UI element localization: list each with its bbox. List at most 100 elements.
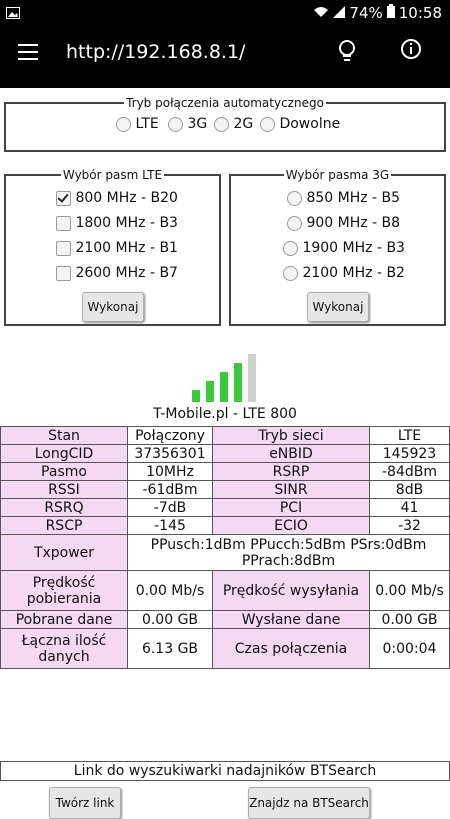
clock: 10:58: [398, 4, 442, 22]
signal-bar-1: [192, 390, 200, 402]
checkbox-b3[interactable]: [56, 215, 71, 231]
value-downloaded: 0.00 GB: [127, 610, 213, 629]
checkbox-b7[interactable]: [56, 265, 71, 281]
lte-band-b3[interactable]: 1800 MHz - B3: [56, 215, 178, 231]
radio-2g[interactable]: [214, 116, 229, 132]
operator-label: T-Mobile.pl - LTE 800: [153, 406, 297, 422]
mode-option-lte[interactable]: LTE: [116, 116, 159, 132]
wifi-icon: [313, 4, 329, 22]
value-pci: 41: [369, 498, 450, 517]
table-row: Stan Połączony Tryb sieci LTE: [0, 426, 450, 445]
label-sinr: SINR: [212, 480, 370, 499]
label-rsrp: RSRP: [212, 462, 370, 481]
radio-3g[interactable]: [168, 116, 183, 132]
label-upload-speed: Prędkość wysyłania: [212, 570, 370, 611]
3g-band-b5[interactable]: 850 MHz - B5: [287, 190, 400, 206]
value-enbid: 145923: [369, 444, 450, 463]
label-txpower: Txpower: [0, 534, 128, 571]
connection-mode-group: Tryb połączenia automatycznego LTE 3G 2G…: [4, 96, 446, 152]
radio-3g-b3[interactable]: [283, 240, 298, 256]
label-uploaded: Wysłane dane: [212, 610, 370, 629]
3g-bands-legend: Wybór pasma 3G: [285, 168, 390, 182]
label-longcid: LongCID: [0, 444, 128, 463]
create-link-button[interactable]: Twórz link: [49, 787, 121, 819]
label-rsrq: RSRQ: [0, 498, 128, 517]
value-stan: Połączony: [127, 426, 213, 445]
value-rscp: -145: [127, 516, 213, 535]
signal-bar-4: [234, 363, 242, 402]
lte-bands-legend: Wybór pasm LTE: [62, 168, 163, 182]
3g-band-b2[interactable]: 2100 MHz - B2: [283, 265, 405, 281]
value-rsrq: -7dB: [127, 498, 213, 517]
radio-b5[interactable]: [287, 190, 302, 206]
signal-strength-bars: [192, 352, 262, 402]
label-download-speed: Prędkość pobierania: [0, 570, 128, 611]
value-ecio: -32: [369, 516, 450, 535]
value-tryb: LTE: [369, 426, 450, 445]
lte-band-b1[interactable]: 2100 MHz - B1: [56, 240, 178, 256]
value-rsrp: -84dBm: [369, 462, 450, 481]
mode-option-2g[interactable]: 2G: [214, 116, 253, 132]
mode-option-3g[interactable]: 3G: [168, 116, 207, 132]
signal-bar-3: [220, 372, 228, 402]
3g-band-b8[interactable]: 900 MHz - B8: [287, 215, 400, 231]
label-rscp: RSCP: [0, 516, 128, 535]
radio-lte[interactable]: [116, 116, 131, 132]
value-uploaded: 0.00 GB: [369, 610, 450, 629]
value-upload-speed: 0.00 Mb/s: [369, 570, 450, 611]
lte-execute-button[interactable]: Wykonaj: [82, 292, 144, 322]
label-total-data: Łączna ilość danych: [0, 628, 128, 669]
table-row: RSSI -61dBm SINR 8dB: [0, 480, 450, 499]
btsearch-link[interactable]: Link do wyszukiwarki nadajników BTSearch: [0, 761, 450, 781]
label-connection-time: Czas połączenia: [212, 628, 370, 669]
table-row: Pasmo 10MHz RSRP -84dBm: [0, 462, 450, 481]
info-icon[interactable]: [400, 38, 422, 64]
checkbox-b20[interactable]: [56, 190, 71, 206]
lte-bands-group: Wybór pasm LTE 800 MHz - B20 1800 MHz - …: [4, 168, 221, 326]
label-enbid: eNBID: [212, 444, 370, 463]
value-longcid: 37356301: [127, 444, 213, 463]
status-bar: 74% 10:58: [0, 0, 450, 26]
table-row: Pobrane dane 0.00 GB Wysłane dane 0.00 G…: [0, 610, 450, 629]
mode-option-any[interactable]: Dowolne: [260, 116, 340, 132]
value-download-speed: 0.00 Mb/s: [127, 570, 213, 611]
label-ecio: ECIO: [212, 516, 370, 535]
connection-mode-legend: Tryb połączenia automatycznego: [126, 96, 324, 110]
table-row: Łączna ilość danych 6.13 GB Czas połącze…: [0, 628, 450, 669]
status-table: Stan Połączony Tryb sieci LTE LongCID 37…: [0, 426, 450, 669]
battery-icon: [386, 4, 395, 22]
label-rssi: RSSI: [0, 480, 128, 499]
lightbulb-icon[interactable]: [336, 38, 358, 68]
3g-execute-button[interactable]: Wykonaj: [307, 292, 369, 322]
signal-bar-2: [206, 381, 214, 402]
signal-bar-5: [248, 354, 256, 402]
table-row: Prędkość pobierania 0.00 Mb/s Prędkość w…: [0, 570, 450, 611]
find-btsearch-button[interactable]: Znajdz na BTSearch: [248, 787, 370, 819]
label-pci: PCI: [212, 498, 370, 517]
lte-band-b20[interactable]: 800 MHz - B20: [56, 190, 178, 206]
value-sinr: 8dB: [369, 480, 450, 499]
radio-b8[interactable]: [287, 215, 302, 231]
label-tryb: Tryb sieci: [212, 426, 370, 445]
lte-band-b7[interactable]: 2600 MHz - B7: [56, 265, 178, 281]
value-total-data: 6.13 GB: [127, 628, 213, 669]
label-pasmo: Pasmo: [0, 462, 128, 481]
3g-band-b3[interactable]: 1900 MHz - B3: [283, 240, 405, 256]
value-pasmo: 10MHz: [127, 462, 213, 481]
checkbox-b1[interactable]: [56, 240, 71, 256]
label-downloaded: Pobrane dane: [0, 610, 128, 629]
table-row: LongCID 37356301 eNBID 145923: [0, 444, 450, 463]
table-row: RSRQ -7dB PCI 41: [0, 498, 450, 517]
menu-icon[interactable]: [18, 44, 38, 60]
battery-percent: 74%: [349, 4, 383, 22]
table-row: RSCP -145 ECIO -32: [0, 516, 450, 535]
cell-signal-icon: [333, 4, 346, 22]
table-row: Txpower PPusch:1dBm PPucch:5dBm PSrs:0dB…: [0, 534, 450, 571]
radio-any[interactable]: [260, 116, 275, 132]
value-connection-time: 0:00:04: [369, 628, 450, 669]
gallery-icon: [6, 5, 20, 23]
app-bar: http://192.168.8.1/: [0, 26, 450, 88]
url-title: http://192.168.8.1/: [66, 41, 246, 63]
3g-bands-group: Wybór pasma 3G 850 MHz - B5 900 MHz - B8…: [229, 168, 446, 326]
radio-b2[interactable]: [283, 265, 298, 281]
